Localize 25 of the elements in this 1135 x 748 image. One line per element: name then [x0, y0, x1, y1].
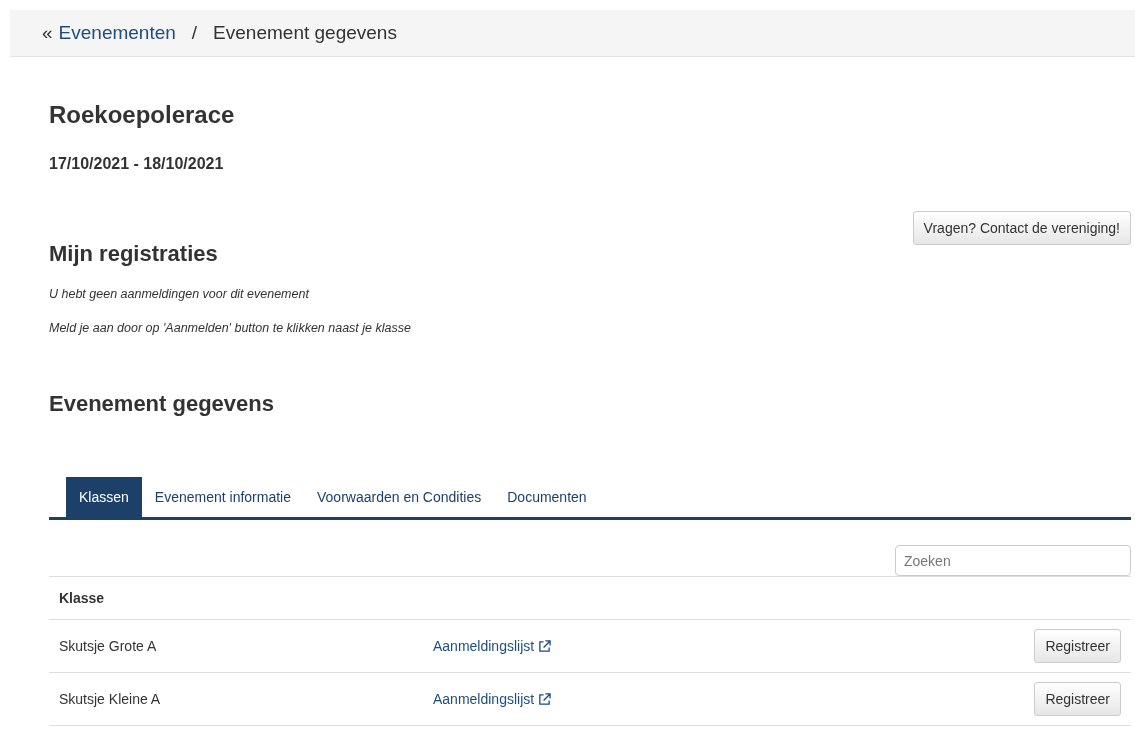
tab[interactable]: Evenement informatie	[141, 477, 304, 517]
external-link-icon	[538, 692, 552, 706]
external-link-icon	[538, 639, 552, 653]
register-button[interactable]: Registreer	[1034, 682, 1121, 716]
breadcrumb-divider: /	[191, 22, 198, 44]
column-header: Klasse	[59, 590, 105, 606]
search-field[interactable]: Zoeken	[895, 545, 1131, 576]
table-cell-text: Skutsje Grote A	[59, 638, 158, 654]
breadcrumb-chevron: «	[42, 22, 53, 44]
event-dates: 17/10/2021 - 18/10/2021	[49, 155, 225, 173]
event-title: Roekoepolerace	[49, 101, 236, 129]
contact-button[interactable]: Vragen? Contact de vereniging!	[912, 211, 1131, 245]
registration-list-link[interactable]: Aanmeldingslijst	[433, 691, 552, 707]
register-button[interactable]: Registreer	[1034, 629, 1121, 663]
breadcrumb-current: Evenement gegevens	[213, 22, 397, 44]
section-heading: Mijn registraties	[49, 241, 219, 267]
info-text: U hebt geen aanmeldingen voor dit evenement	[49, 287, 311, 301]
tab[interactable]: Documenten	[494, 477, 600, 517]
tab[interactable]: Klassen	[66, 477, 142, 517]
info-text: Meld je aan door op 'Aanmelden' button te klikken naast je klasse	[49, 321, 412, 335]
breadcrumb-link[interactable]: Evenementen	[58, 22, 176, 44]
table-cell-text: Skutsje Kleine A	[59, 691, 162, 707]
registration-list-link[interactable]: Aanmeldingslijst	[433, 638, 552, 654]
section-heading: Evenement gegevens	[49, 391, 275, 417]
tab[interactable]: Voorwaarden en Condities	[304, 477, 495, 517]
